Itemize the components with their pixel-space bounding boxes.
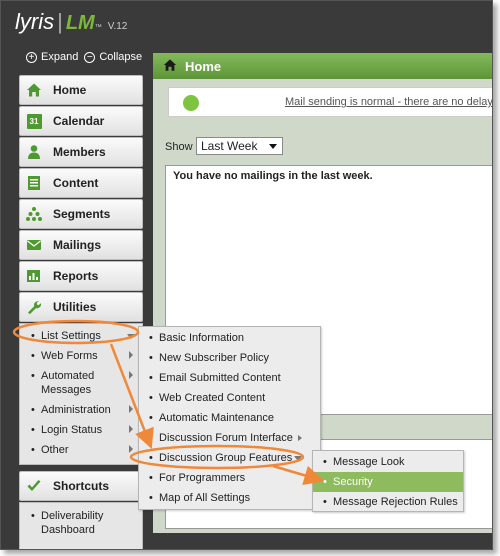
submenu-item-list-settings[interactable]: • List Settings <box>20 326 142 346</box>
sidebar-item-content[interactable]: Content <box>19 168 143 198</box>
menu-item-security[interactable]: • Security <box>313 472 463 492</box>
chevron-right-icon <box>129 405 133 413</box>
wrench-icon <box>26 299 42 315</box>
shortcuts-panel: Shortcuts • Deliverability Dashboard <box>19 471 143 549</box>
submenu-item-automated-messages[interactable]: • Automated Messages <box>20 366 142 400</box>
shortcuts-list: • Deliverability Dashboard <box>19 502 143 549</box>
page-title: Home <box>185 58 222 74</box>
sidebar-item-members[interactable]: Members <box>19 137 143 167</box>
logo-product: LM <box>65 12 95 34</box>
person-icon <box>26 144 42 160</box>
logo-trademark: ™ <box>94 24 102 31</box>
chevron-right-icon <box>129 351 133 359</box>
sidebar-item-label: Home <box>53 83 87 97</box>
expand-icon[interactable]: + <box>26 51 37 63</box>
chevron-right-icon <box>129 371 133 379</box>
chevron-right-icon <box>298 435 302 441</box>
shortcuts-label: Shortcuts <box>53 479 110 493</box>
sidebar-item-reports[interactable]: Reports <box>19 261 143 291</box>
sidebar-item-calendar[interactable]: 31 Calendar <box>19 106 143 136</box>
chevron-down-icon <box>269 144 277 149</box>
chevron-down-icon <box>294 456 302 461</box>
sidebar: Home 31 Calendar Members Content Segment… <box>19 75 143 465</box>
main-header: Home <box>153 53 492 79</box>
expand-button[interactable]: Expand <box>41 51 78 63</box>
status-indicator-icon <box>183 95 199 111</box>
chevron-down-icon <box>127 334 135 339</box>
menu-item-for-programmers[interactable]: • For Programmers <box>139 468 320 488</box>
sidebar-item-label: Mailings <box>53 238 102 252</box>
menu-item-basic-information[interactable]: • Basic Information <box>139 328 320 348</box>
menu-item-email-submitted-content[interactable]: • Email Submitted Content <box>139 368 320 388</box>
sidebar-item-utilities[interactable]: Utilities <box>19 292 143 322</box>
menu-item-web-created-content[interactable]: • Web Created Content <box>139 388 320 408</box>
chevron-right-icon <box>129 445 133 453</box>
lyris-logo: lyris | LM ™ V.12 <box>15 9 128 34</box>
sidebar-item-label: Reports <box>53 269 99 283</box>
collapse-icon[interactable]: − <box>84 51 96 63</box>
document-icon <box>26 175 42 191</box>
house-icon <box>163 58 177 75</box>
shortcut-deliverability-dashboard[interactable]: • Deliverability Dashboard <box>20 503 142 540</box>
menu-item-automatic-maintenance[interactable]: • Automatic Maintenance <box>139 408 320 428</box>
menu-item-message-look[interactable]: • Message Look <box>313 452 463 472</box>
submenu-item-login-status[interactable]: • Login Status <box>20 420 142 440</box>
sidebar-item-segments[interactable]: Segments <box>19 199 143 229</box>
mail-status-link[interactable]: Mail sending is normal - there are no de… <box>285 96 492 108</box>
application-window: lyris | LM ™ V.12 + Expand − Collapse Ho… <box>0 0 493 550</box>
mail-status-box: Mail sending is normal - there are no de… <box>168 87 492 117</box>
logo-brand: lyris <box>15 9 55 34</box>
show-period-select[interactable]: Last Week <box>196 137 283 155</box>
menu-item-message-rejection-rules[interactable]: • Message Rejection Rules <box>313 492 463 512</box>
submenu-item-other[interactable]: • Other <box>20 440 142 460</box>
envelope-icon <box>26 237 42 253</box>
chevron-right-icon <box>129 425 133 433</box>
show-label: Show <box>165 141 193 153</box>
utilities-submenu: • List Settings • Web Forms • Automated … <box>19 323 143 465</box>
sidebar-item-home[interactable]: Home <box>19 75 143 105</box>
checkmark-icon <box>26 478 42 494</box>
expand-collapse-bar: + Expand − Collapse <box>26 51 142 63</box>
no-mailings-message: You have no mailings in the last week. <box>173 170 373 182</box>
version-label: V.12 <box>107 21 128 32</box>
submenu-item-web-forms[interactable]: • Web Forms <box>20 346 142 366</box>
menu-item-discussion-forum-interface[interactable]: • Discussion Forum Interface <box>139 428 320 448</box>
sidebar-item-mailings[interactable]: Mailings <box>19 230 143 260</box>
house-icon <box>26 82 42 98</box>
discussion-group-features-flyout: • Message Look • Security • Message Rejecti… <box>312 450 464 512</box>
sidebar-item-label: Segments <box>53 207 111 221</box>
list-settings-flyout: • Basic Information • New Subscriber Polic… <box>138 326 321 510</box>
sidebar-item-label: Utilities <box>53 300 97 314</box>
shortcuts-header[interactable]: Shortcuts <box>19 471 143 501</box>
menu-item-discussion-group-features[interactable]: • Discussion Group Features <box>139 448 320 468</box>
sidebar-item-label: Content <box>53 176 99 190</box>
submenu-item-administration[interactable]: • Administration <box>20 400 142 420</box>
reports-icon <box>26 268 42 284</box>
menu-item-map-of-all-settings[interactable]: • Map of All Settings <box>139 488 320 508</box>
collapse-button[interactable]: Collapse <box>99 51 142 63</box>
sidebar-item-label: Members <box>53 145 106 159</box>
menu-item-new-subscriber-policy[interactable]: • New Subscriber Policy <box>139 348 320 368</box>
segments-icon <box>26 206 42 222</box>
sidebar-item-label: Calendar <box>53 114 105 128</box>
calendar-icon: 31 <box>26 113 42 129</box>
